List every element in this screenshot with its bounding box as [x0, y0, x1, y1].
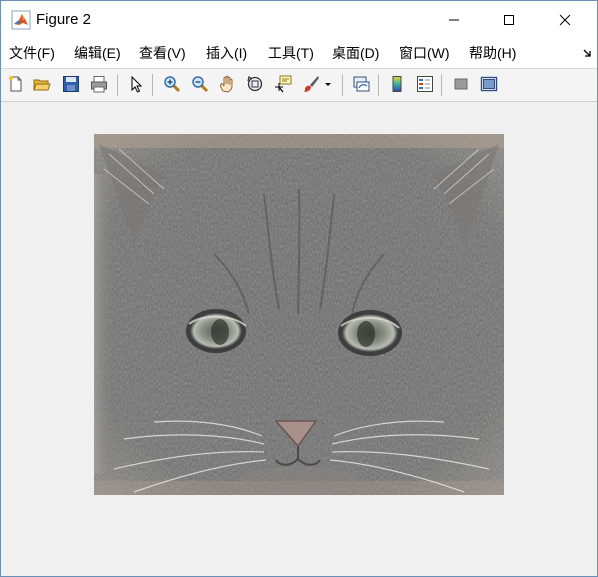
figure-window: Figure 2 文件(F) 编辑(E) 查看(V) 插入(I) 工具(T) 桌… — [0, 0, 598, 577]
maximize-icon — [504, 15, 514, 25]
brush-button[interactable] — [300, 73, 322, 95]
toolbar-separator — [378, 74, 379, 96]
data-cursor-button[interactable] — [272, 73, 294, 95]
toolbar-separator — [152, 74, 153, 96]
zoom-out-icon — [192, 76, 209, 93]
open-file-icon — [33, 79, 51, 91]
edit-plot-arrow-icon — [131, 75, 143, 93]
new-figure-icon — [9, 76, 22, 92]
hide-plot-tools-icon — [454, 78, 468, 90]
menu-window[interactable]: 窗口(W) — [399, 45, 450, 61]
close-icon — [559, 14, 571, 26]
show-plot-tools-button[interactable] — [478, 73, 500, 95]
print-button[interactable] — [88, 73, 110, 95]
legend-icon — [417, 76, 433, 92]
new-figure-button[interactable] — [5, 73, 27, 95]
save-button[interactable] — [60, 73, 82, 95]
close-button[interactable] — [542, 1, 588, 39]
menu-desktop[interactable]: 桌面(D) — [332, 45, 379, 61]
edit-plot-button[interactable] — [125, 73, 147, 95]
menu-file[interactable]: 文件(F) — [9, 45, 55, 61]
zoom-in-icon — [164, 76, 181, 93]
maximize-button[interactable] — [486, 1, 532, 39]
minimize-icon — [449, 19, 459, 21]
show-plot-tools-icon — [480, 76, 498, 92]
data-cursor-icon — [275, 75, 292, 93]
chevron-down-icon — [325, 83, 331, 86]
title-bar[interactable]: Figure 2 — [1, 1, 597, 39]
legend-button[interactable] — [414, 73, 436, 95]
save-icon — [63, 76, 79, 92]
figure-canvas[interactable] — [1, 102, 597, 576]
brush-dropdown-button[interactable] — [322, 73, 334, 95]
menu-edit[interactable]: 编辑(E) — [74, 45, 121, 61]
menu-insert[interactable]: 插入(I) — [206, 45, 247, 61]
rotate-3d-button[interactable] — [244, 73, 266, 95]
menu-overflow-icon[interactable] — [583, 48, 593, 58]
menu-bar: 文件(F) 编辑(E) 查看(V) 插入(I) 工具(T) 桌面(D) 窗口(W… — [1, 39, 597, 69]
brush-icon — [304, 76, 319, 92]
link-plot-icon — [353, 76, 370, 92]
figure-toolbar — [1, 69, 597, 102]
toolbar-separator — [441, 74, 442, 96]
kitten-image — [94, 134, 504, 495]
colorbar-button[interactable] — [386, 73, 408, 95]
print-icon — [91, 76, 107, 93]
matlab-logo-icon — [11, 10, 31, 30]
menu-tools[interactable]: 工具(T) — [268, 45, 314, 61]
zoom-in-button[interactable] — [161, 73, 183, 95]
zoom-out-button[interactable] — [189, 73, 211, 95]
menu-help[interactable]: 帮助(H) — [469, 45, 516, 61]
minimize-button[interactable] — [431, 1, 477, 39]
rotate-3d-icon — [247, 75, 263, 92]
toolbar-separator — [117, 74, 118, 96]
toolbar-separator — [342, 74, 343, 96]
colorbar-icon — [392, 76, 402, 92]
hide-plot-tools-button[interactable] — [450, 73, 472, 95]
menu-view[interactable]: 查看(V) — [139, 45, 186, 61]
link-plot-button[interactable] — [350, 73, 372, 95]
pan-button[interactable] — [216, 73, 238, 95]
pan-hand-icon — [220, 75, 233, 93]
open-file-button[interactable] — [31, 73, 53, 95]
window-title: Figure 2 — [36, 11, 92, 28]
